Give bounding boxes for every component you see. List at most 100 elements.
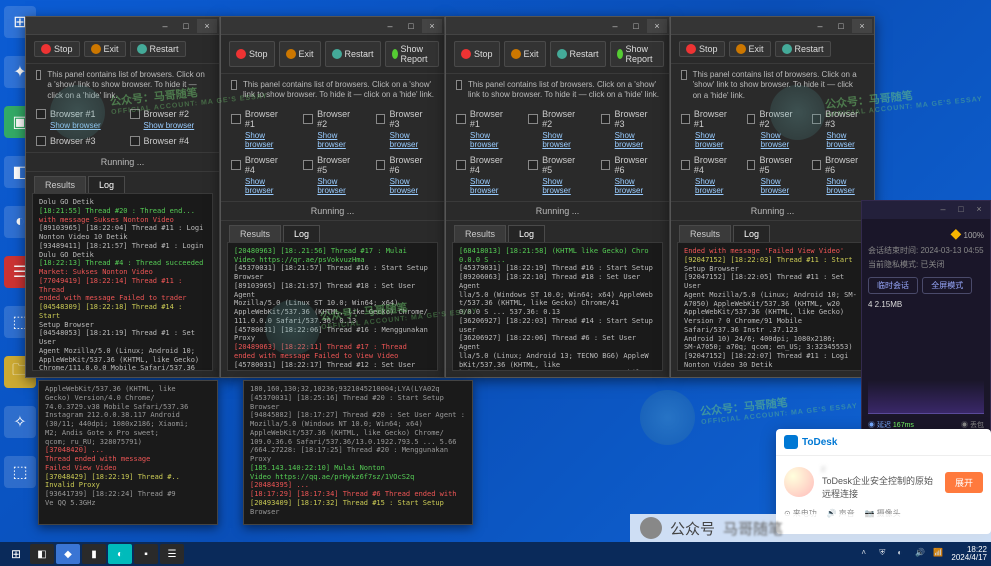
checkbox[interactable] bbox=[747, 160, 756, 170]
show-browser-link[interactable]: Show browser bbox=[615, 131, 659, 149]
tray-icon[interactable]: ˄ bbox=[861, 548, 873, 560]
taskbar-item[interactable]: ◆ bbox=[56, 544, 80, 564]
checkbox[interactable] bbox=[456, 80, 462, 90]
minimize-button[interactable]: – bbox=[605, 19, 625, 33]
minimize-button[interactable]: – bbox=[380, 19, 400, 33]
stop-button[interactable]: Stop bbox=[679, 41, 725, 57]
checkbox[interactable] bbox=[528, 114, 538, 124]
show-browser-link[interactable]: Show browser bbox=[245, 177, 289, 195]
checkbox[interactable] bbox=[376, 160, 386, 170]
checkbox[interactable] bbox=[231, 160, 241, 170]
checkbox[interactable] bbox=[36, 109, 46, 119]
restart-button[interactable]: Restart bbox=[775, 41, 831, 57]
taskbar-clock[interactable]: 18:22 2024/4/17 bbox=[951, 546, 987, 562]
show-browser-link[interactable]: Show browser bbox=[390, 131, 434, 149]
checkbox[interactable] bbox=[376, 114, 386, 124]
checkbox[interactable] bbox=[130, 136, 140, 146]
show-browser-link[interactable]: Show browser bbox=[826, 131, 864, 149]
maximize-button[interactable]: □ bbox=[831, 19, 851, 33]
tab-log[interactable]: Log bbox=[283, 225, 320, 242]
checkbox[interactable] bbox=[812, 114, 821, 124]
tab-log[interactable]: Log bbox=[88, 176, 125, 193]
show-browser-link[interactable]: Show browser bbox=[470, 131, 514, 149]
desktop-icon[interactable]: ⬚ bbox=[4, 456, 36, 488]
start-button[interactable]: ⊞ bbox=[4, 544, 28, 564]
tray-icon[interactable]: ⛨ bbox=[879, 548, 891, 560]
log-panel[interactable]: Dolu GO Detik[18:21:55] Thread #20 : Thr… bbox=[32, 193, 213, 371]
exit-button[interactable]: Exit bbox=[279, 41, 321, 67]
taskbar-item[interactable]: ◐ bbox=[108, 544, 132, 564]
taskbar-item[interactable]: ◧ bbox=[30, 544, 54, 564]
checkbox[interactable] bbox=[601, 160, 611, 170]
checkbox[interactable] bbox=[528, 160, 538, 170]
minimize-button[interactable]: – bbox=[810, 19, 830, 33]
stop-button[interactable]: Stop bbox=[34, 41, 80, 57]
show-browser-link[interactable]: Show browser bbox=[615, 177, 659, 195]
log-panel[interactable]: [20480963] [18:.21:56] Thread #17 : Mula… bbox=[227, 242, 438, 371]
checkbox[interactable] bbox=[231, 114, 241, 124]
stop-button[interactable]: Stop bbox=[454, 41, 500, 67]
restart-button[interactable]: Restart bbox=[325, 41, 381, 67]
close-button[interactable]: × bbox=[852, 19, 872, 33]
show-report-button[interactable]: Show Report bbox=[610, 41, 664, 67]
checkbox[interactable] bbox=[456, 114, 466, 124]
maximize-button[interactable]: □ bbox=[954, 204, 968, 216]
monitor-pill[interactable]: 全屏模式 bbox=[922, 277, 972, 294]
close-button[interactable]: × bbox=[647, 19, 667, 33]
show-browser-link[interactable]: Show browser bbox=[695, 131, 733, 149]
tab-results[interactable]: Results bbox=[454, 225, 506, 242]
taskbar-item[interactable]: ▪ bbox=[134, 544, 158, 564]
tray-icon[interactable]: ◐ bbox=[897, 548, 909, 560]
checkbox[interactable] bbox=[681, 160, 690, 170]
log-window-b[interactable]: 180,160,130;32,10236;9321045210004;LYA(L… bbox=[243, 380, 473, 525]
show-browser-link[interactable]: Show browser bbox=[470, 177, 514, 195]
open-button[interactable]: 展开 bbox=[945, 472, 983, 493]
checkbox[interactable] bbox=[681, 70, 687, 80]
tab-log[interactable]: Log bbox=[733, 225, 770, 242]
log-window-a[interactable]: AppleWebKit/537.36 (KHTML, likeGecko) Ve… bbox=[38, 380, 218, 525]
tab-results[interactable]: Results bbox=[679, 225, 731, 242]
close-button[interactable]: × bbox=[972, 204, 986, 216]
log-panel[interactable]: [68418013] [18:21:58] (KHTML like Gecko)… bbox=[452, 242, 663, 371]
checkbox[interactable] bbox=[36, 136, 46, 146]
checkbox[interactable] bbox=[36, 70, 41, 80]
show-browser-link[interactable]: Show browser bbox=[245, 131, 289, 149]
checkbox[interactable] bbox=[130, 109, 140, 119]
maximize-button[interactable]: □ bbox=[626, 19, 646, 33]
show-browser-link[interactable]: Show browser bbox=[317, 177, 361, 195]
checkbox[interactable] bbox=[747, 114, 756, 124]
show-browser-link[interactable]: Show browser bbox=[144, 121, 210, 130]
show-browser-link[interactable]: Show browser bbox=[761, 177, 799, 195]
restart-button[interactable]: Restart bbox=[130, 41, 186, 57]
checkbox[interactable] bbox=[231, 80, 237, 90]
exit-button[interactable]: Exit bbox=[504, 41, 546, 67]
stop-button[interactable]: Stop bbox=[229, 41, 275, 67]
show-browser-link[interactable]: Show browser bbox=[761, 131, 799, 149]
checkbox[interactable] bbox=[601, 114, 611, 124]
tab-results[interactable]: Results bbox=[34, 176, 86, 193]
show-browser-link[interactable]: Show browser bbox=[826, 177, 864, 195]
tray-icon[interactable]: 🔊 bbox=[915, 548, 927, 560]
exit-button[interactable]: Exit bbox=[729, 41, 771, 57]
show-browser-link[interactable]: Show browser bbox=[50, 121, 116, 130]
log-panel[interactable]: Ended with message 'Failed View Video'[9… bbox=[677, 242, 868, 371]
desktop-icon[interactable]: ✧ bbox=[4, 406, 36, 438]
show-browser-link[interactable]: Show browser bbox=[542, 131, 586, 149]
tray-wifi-icon[interactable]: 📶 bbox=[933, 548, 945, 560]
show-report-button[interactable]: Show Report bbox=[385, 41, 439, 67]
show-browser-link[interactable]: Show browser bbox=[317, 131, 361, 149]
maximize-button[interactable]: □ bbox=[176, 19, 196, 33]
show-browser-link[interactable]: Show browser bbox=[542, 177, 586, 195]
exit-button[interactable]: Exit bbox=[84, 41, 126, 57]
checkbox[interactable] bbox=[812, 160, 821, 170]
minimize-button[interactable]: – bbox=[155, 19, 175, 33]
show-browser-link[interactable]: Show browser bbox=[695, 177, 733, 195]
tab-results[interactable]: Results bbox=[229, 225, 281, 242]
minimize-button[interactable]: – bbox=[936, 204, 950, 216]
maximize-button[interactable]: □ bbox=[401, 19, 421, 33]
checkbox[interactable] bbox=[681, 114, 690, 124]
restart-button[interactable]: Restart bbox=[550, 41, 606, 67]
show-browser-link[interactable]: Show browser bbox=[390, 177, 434, 195]
tab-log[interactable]: Log bbox=[508, 225, 545, 242]
monitor-pill[interactable]: 临时会话 bbox=[868, 277, 918, 294]
